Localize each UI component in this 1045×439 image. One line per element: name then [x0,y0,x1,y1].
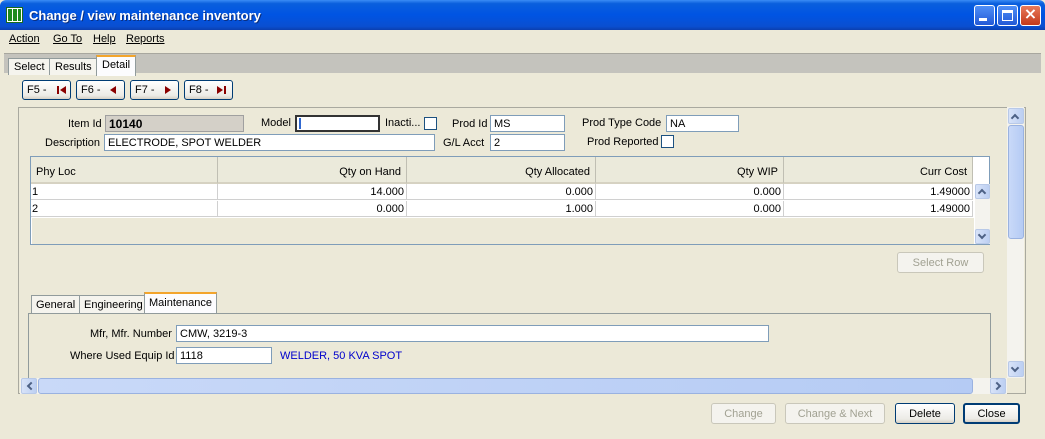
first-record-arrow [60,86,66,94]
column-header-qty-allocated[interactable]: Qty Allocated [407,157,596,184]
last-record-icon [224,86,226,94]
inventory-grid: Phy Loc Qty on Hand Qty Allocated Qty WI… [30,156,990,245]
cell-phy-loc[interactable]: 2 [31,201,218,217]
change-button[interactable]: Change [711,403,776,424]
gl-acct-label: G/L Acct [443,137,485,149]
minimize-icon [979,18,987,21]
grid-vertical-scrollbar[interactable] [975,184,990,244]
inactive-label: Inacti... [385,117,421,129]
cell-qty-on-hand[interactable]: 14.000 [218,184,407,200]
cell-qty-wip[interactable]: 0.000 [596,201,784,217]
item-id-field: 10140 [105,115,244,132]
last-record-arrow [217,86,223,94]
vertical-scrollbar[interactable] [1007,107,1024,378]
model-label: Model [261,117,291,129]
tab-engineering[interactable]: Engineering [79,295,148,314]
app-icon [6,7,23,23]
column-header-phy-loc[interactable]: Phy Loc [31,157,218,184]
cell-qty-allocated[interactable]: 1.000 [407,201,596,217]
prod-id-label: Prod Id [452,118,488,130]
first-record-label: F5 - [27,84,47,96]
description-field[interactable]: ELECTRODE, SPOT WELDER [104,134,435,151]
text-cursor [299,118,301,129]
vertical-scroll-thumb[interactable] [1008,125,1024,239]
menu-action[interactable]: Action [9,33,40,45]
tab-detail[interactable]: Detail [96,55,137,76]
close-button[interactable]: Close [963,403,1020,424]
maximize-button[interactable] [997,5,1018,26]
title-bar[interactable]: Change / view maintenance inventory × [0,0,1045,30]
scroll-left-button[interactable] [21,378,37,394]
tab-results[interactable]: Results [49,58,98,75]
tab-maintenance[interactable]: Maintenance [144,292,217,315]
chevron-down-icon [1010,363,1020,373]
column-header-curr-cost[interactable]: Curr Cost [784,157,973,184]
cell-qty-allocated[interactable]: 0.000 [407,184,596,200]
menu-reports[interactable]: Reports [126,33,165,45]
gl-acct-field[interactable]: 2 [490,134,565,151]
prod-reported-label: Prod Reported [587,136,659,148]
chevron-left-icon [26,381,36,391]
cell-qty-wip[interactable]: 0.000 [596,184,784,200]
cell-phy-loc[interactable]: 1 [31,184,218,200]
next-record-button[interactable]: F7 - [130,80,179,100]
cell-curr-cost[interactable]: 1.49000 [784,201,973,217]
scroll-right-button[interactable] [990,378,1006,394]
scroll-down-button[interactable] [1008,361,1024,377]
chevron-up-icon [1010,113,1020,123]
close-icon: × [1023,4,1038,23]
menu-help[interactable]: Help [93,33,116,45]
chevron-right-icon [992,381,1002,391]
column-header-qty-wip[interactable]: Qty WIP [596,157,784,184]
scroll-up-button[interactable] [1008,108,1024,124]
description-label: Description [45,137,101,149]
prod-reported-checkbox[interactable] [661,135,674,148]
grid-empty-area [32,218,974,244]
menu-bar: Action Go To Help Reports [0,30,1045,50]
horizontal-scroll-thumb[interactable] [38,378,973,394]
first-record-button[interactable]: F5 - [22,80,71,100]
window-title: Change / view maintenance inventory [29,8,261,23]
minimize-button[interactable] [974,5,995,26]
chevron-up-icon [977,188,987,198]
equip-description: WELDER, 50 KVA SPOT [280,350,403,362]
last-record-button[interactable]: F8 - [184,80,233,100]
grid-scroll-up-button[interactable] [975,184,990,199]
previous-record-label: F6 - [81,84,101,96]
menu-go-to[interactable]: Go To [53,33,82,45]
previous-record-button[interactable]: F6 - [76,80,125,100]
select-row-button[interactable]: Select Row [897,252,984,273]
mfr-field[interactable]: CMW, 3219-3 [176,325,769,342]
prod-type-code-label: Prod Type Code [582,117,662,129]
first-record-icon [57,86,59,94]
tab-general[interactable]: General [31,295,81,314]
cell-curr-cost[interactable]: 1.49000 [784,184,973,200]
maximize-icon [1002,10,1013,21]
tab-strip: Select Results Detail [4,53,1041,76]
prod-type-code-field[interactable]: NA [666,115,739,132]
inactive-checkbox[interactable] [424,117,437,130]
model-field[interactable] [295,115,380,132]
column-header-qty-on-hand[interactable]: Qty on Hand [218,157,407,184]
chevron-down-icon [977,230,987,240]
last-record-label: F8 - [189,84,209,96]
tab-select[interactable]: Select [8,58,51,75]
where-used-field[interactable]: 1118 [176,347,272,364]
change-next-button[interactable]: Change & Next [785,403,885,424]
previous-record-icon [110,86,116,94]
where-used-label: Where Used Equip Id [70,350,175,362]
next-record-label: F7 - [135,84,155,96]
next-record-icon [165,86,171,94]
close-window-button[interactable]: × [1020,4,1041,26]
item-id-label: Item Id [68,118,102,130]
cell-qty-on-hand[interactable]: 0.000 [218,201,407,217]
maintenance-panel [28,313,991,380]
grid-scroll-down-button[interactable] [975,229,990,244]
mfr-label: Mfr, Mfr. Number [90,328,172,340]
prod-id-field[interactable]: MS [490,115,565,132]
delete-button[interactable]: Delete [895,403,955,424]
horizontal-scrollbar[interactable] [20,378,1007,394]
